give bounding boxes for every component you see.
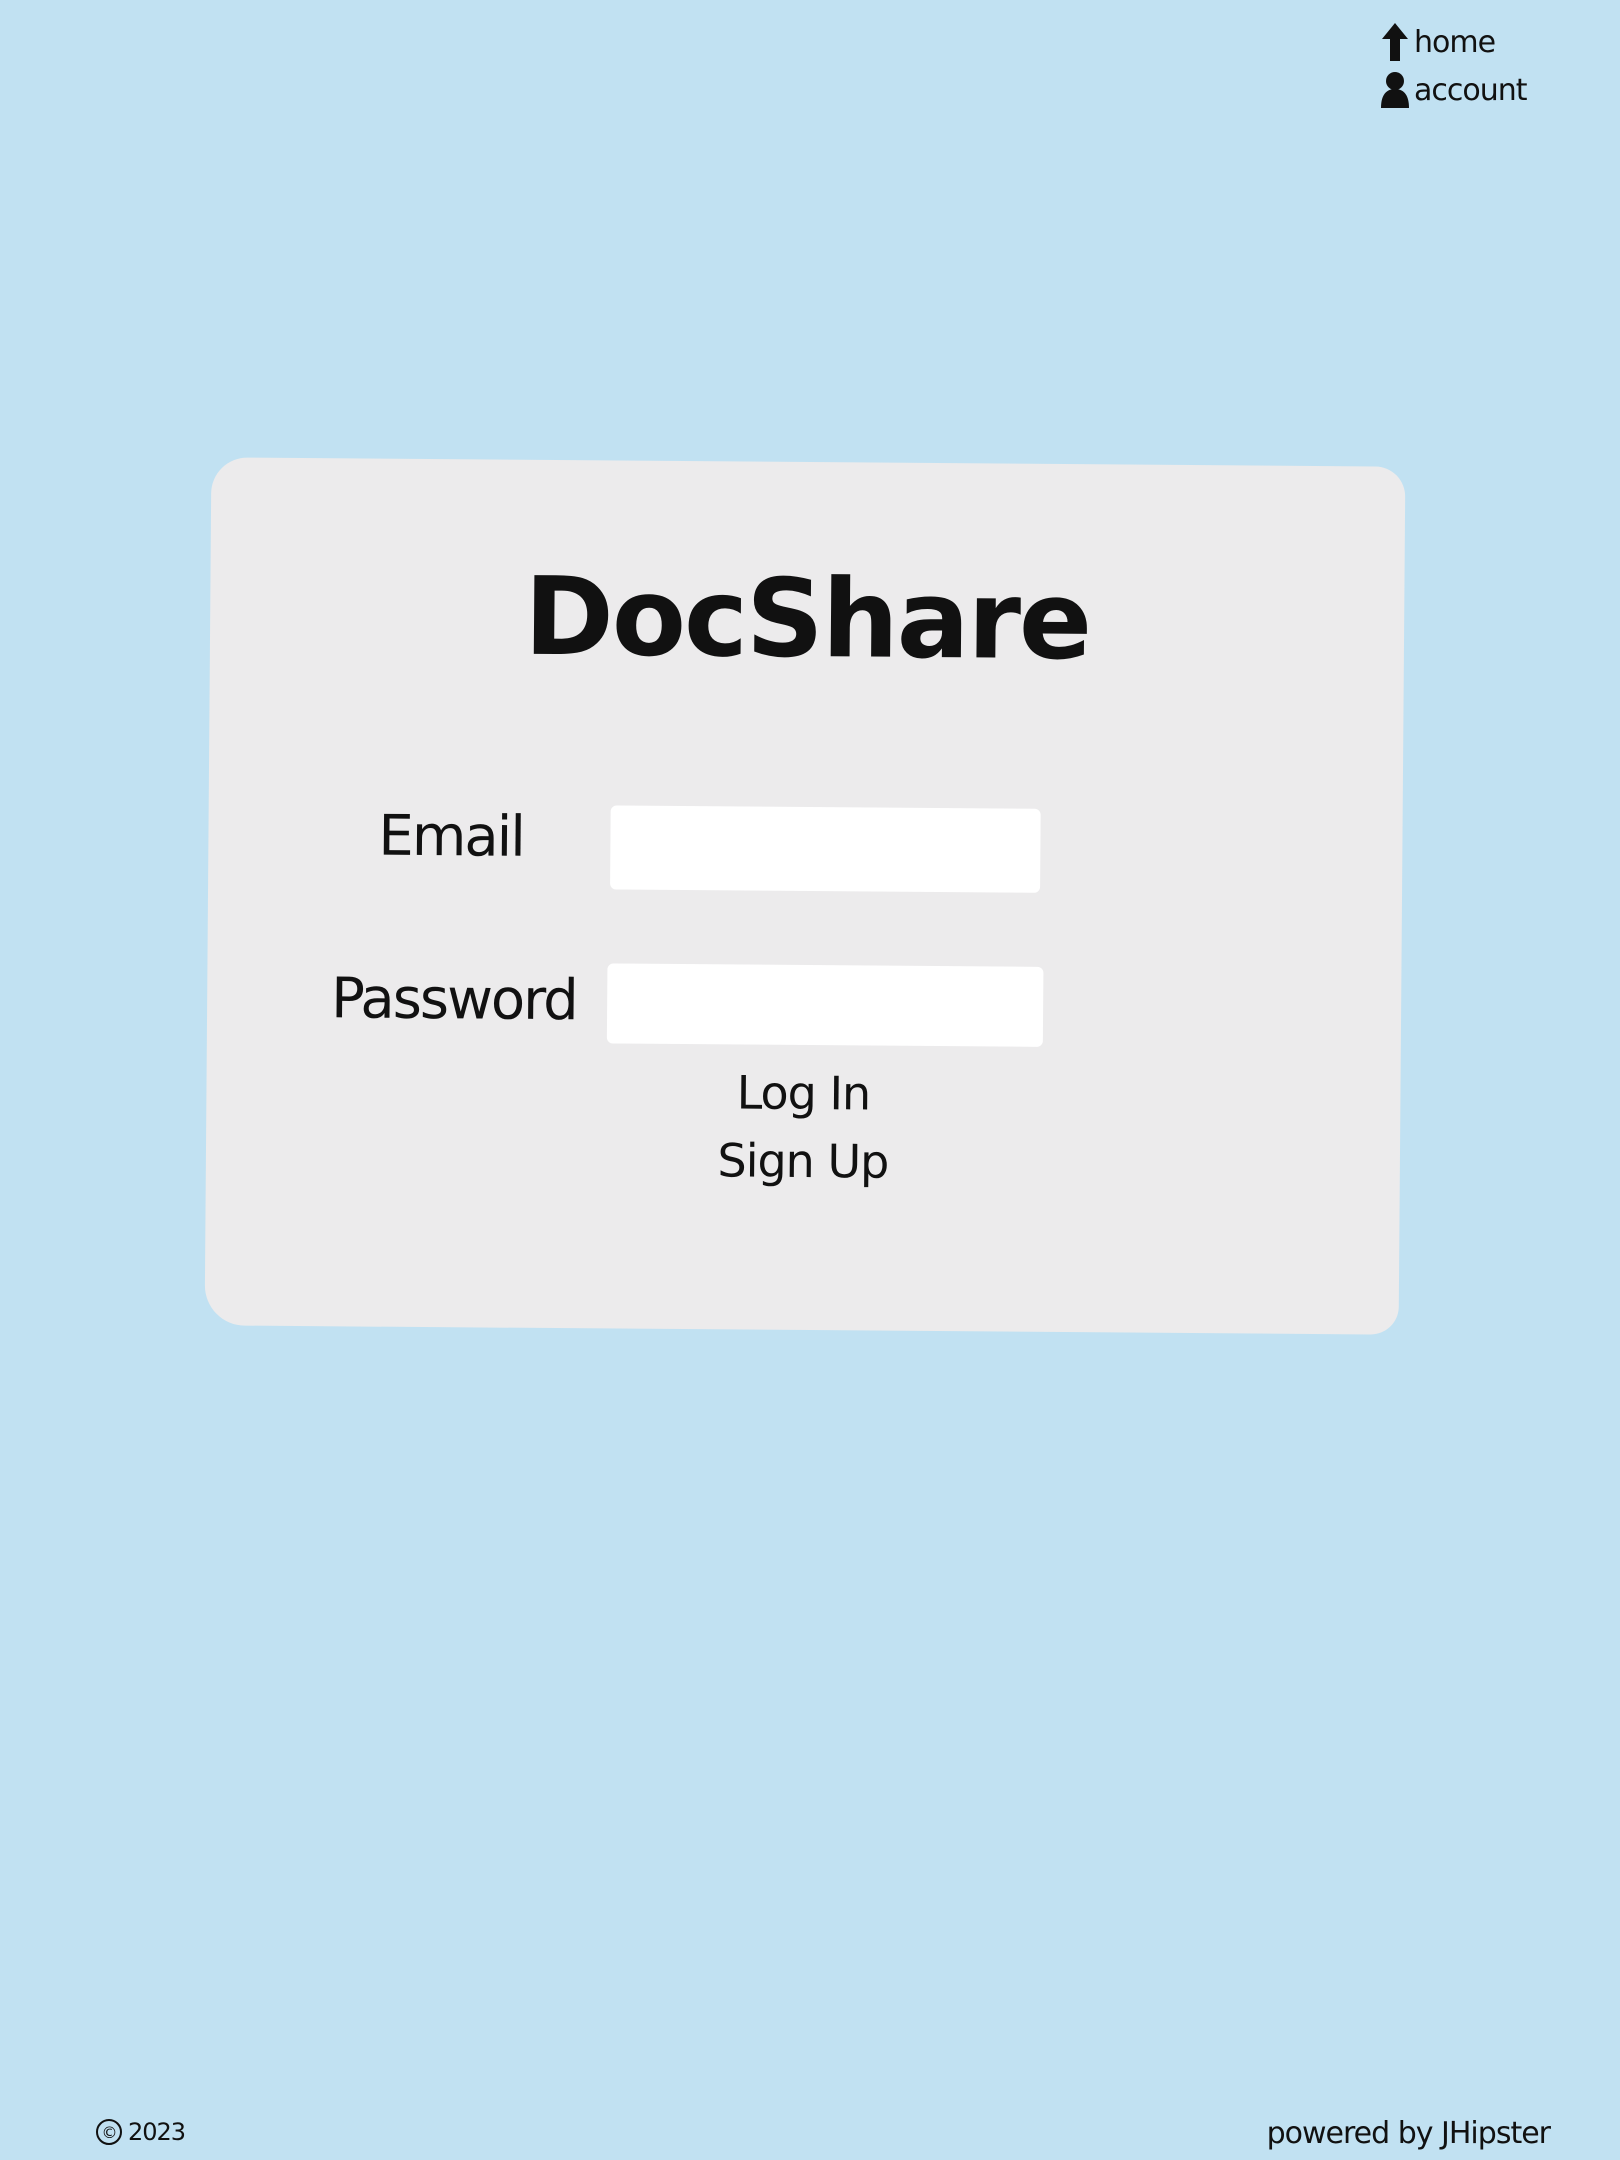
- email-label: Email: [378, 803, 525, 870]
- nav-home-link[interactable]: home: [1378, 18, 1578, 66]
- nav-account-label: account: [1414, 72, 1528, 108]
- copyright: © 2023: [96, 2118, 186, 2146]
- login-card: DocShare Email Password Log In Sign Up: [204, 457, 1406, 1335]
- signup-button[interactable]: Sign Up: [206, 1129, 1400, 1192]
- top-nav: home account: [1378, 18, 1578, 114]
- nav-account-link[interactable]: account: [1378, 66, 1578, 114]
- app-title: DocShare: [523, 554, 1091, 685]
- powered-by-text: powered by JHipster: [1266, 2116, 1551, 2151]
- copyright-icon: ©: [96, 2119, 122, 2145]
- up-arrow-icon: [1378, 20, 1412, 64]
- nav-home-label: home: [1414, 24, 1496, 60]
- password-field[interactable]: [606, 963, 1044, 1047]
- copyright-year: 2023: [128, 2118, 186, 2146]
- password-label: Password: [330, 966, 578, 1034]
- user-icon: [1378, 68, 1412, 112]
- email-field[interactable]: [610, 805, 1041, 893]
- login-button[interactable]: Log In: [206, 1061, 1400, 1124]
